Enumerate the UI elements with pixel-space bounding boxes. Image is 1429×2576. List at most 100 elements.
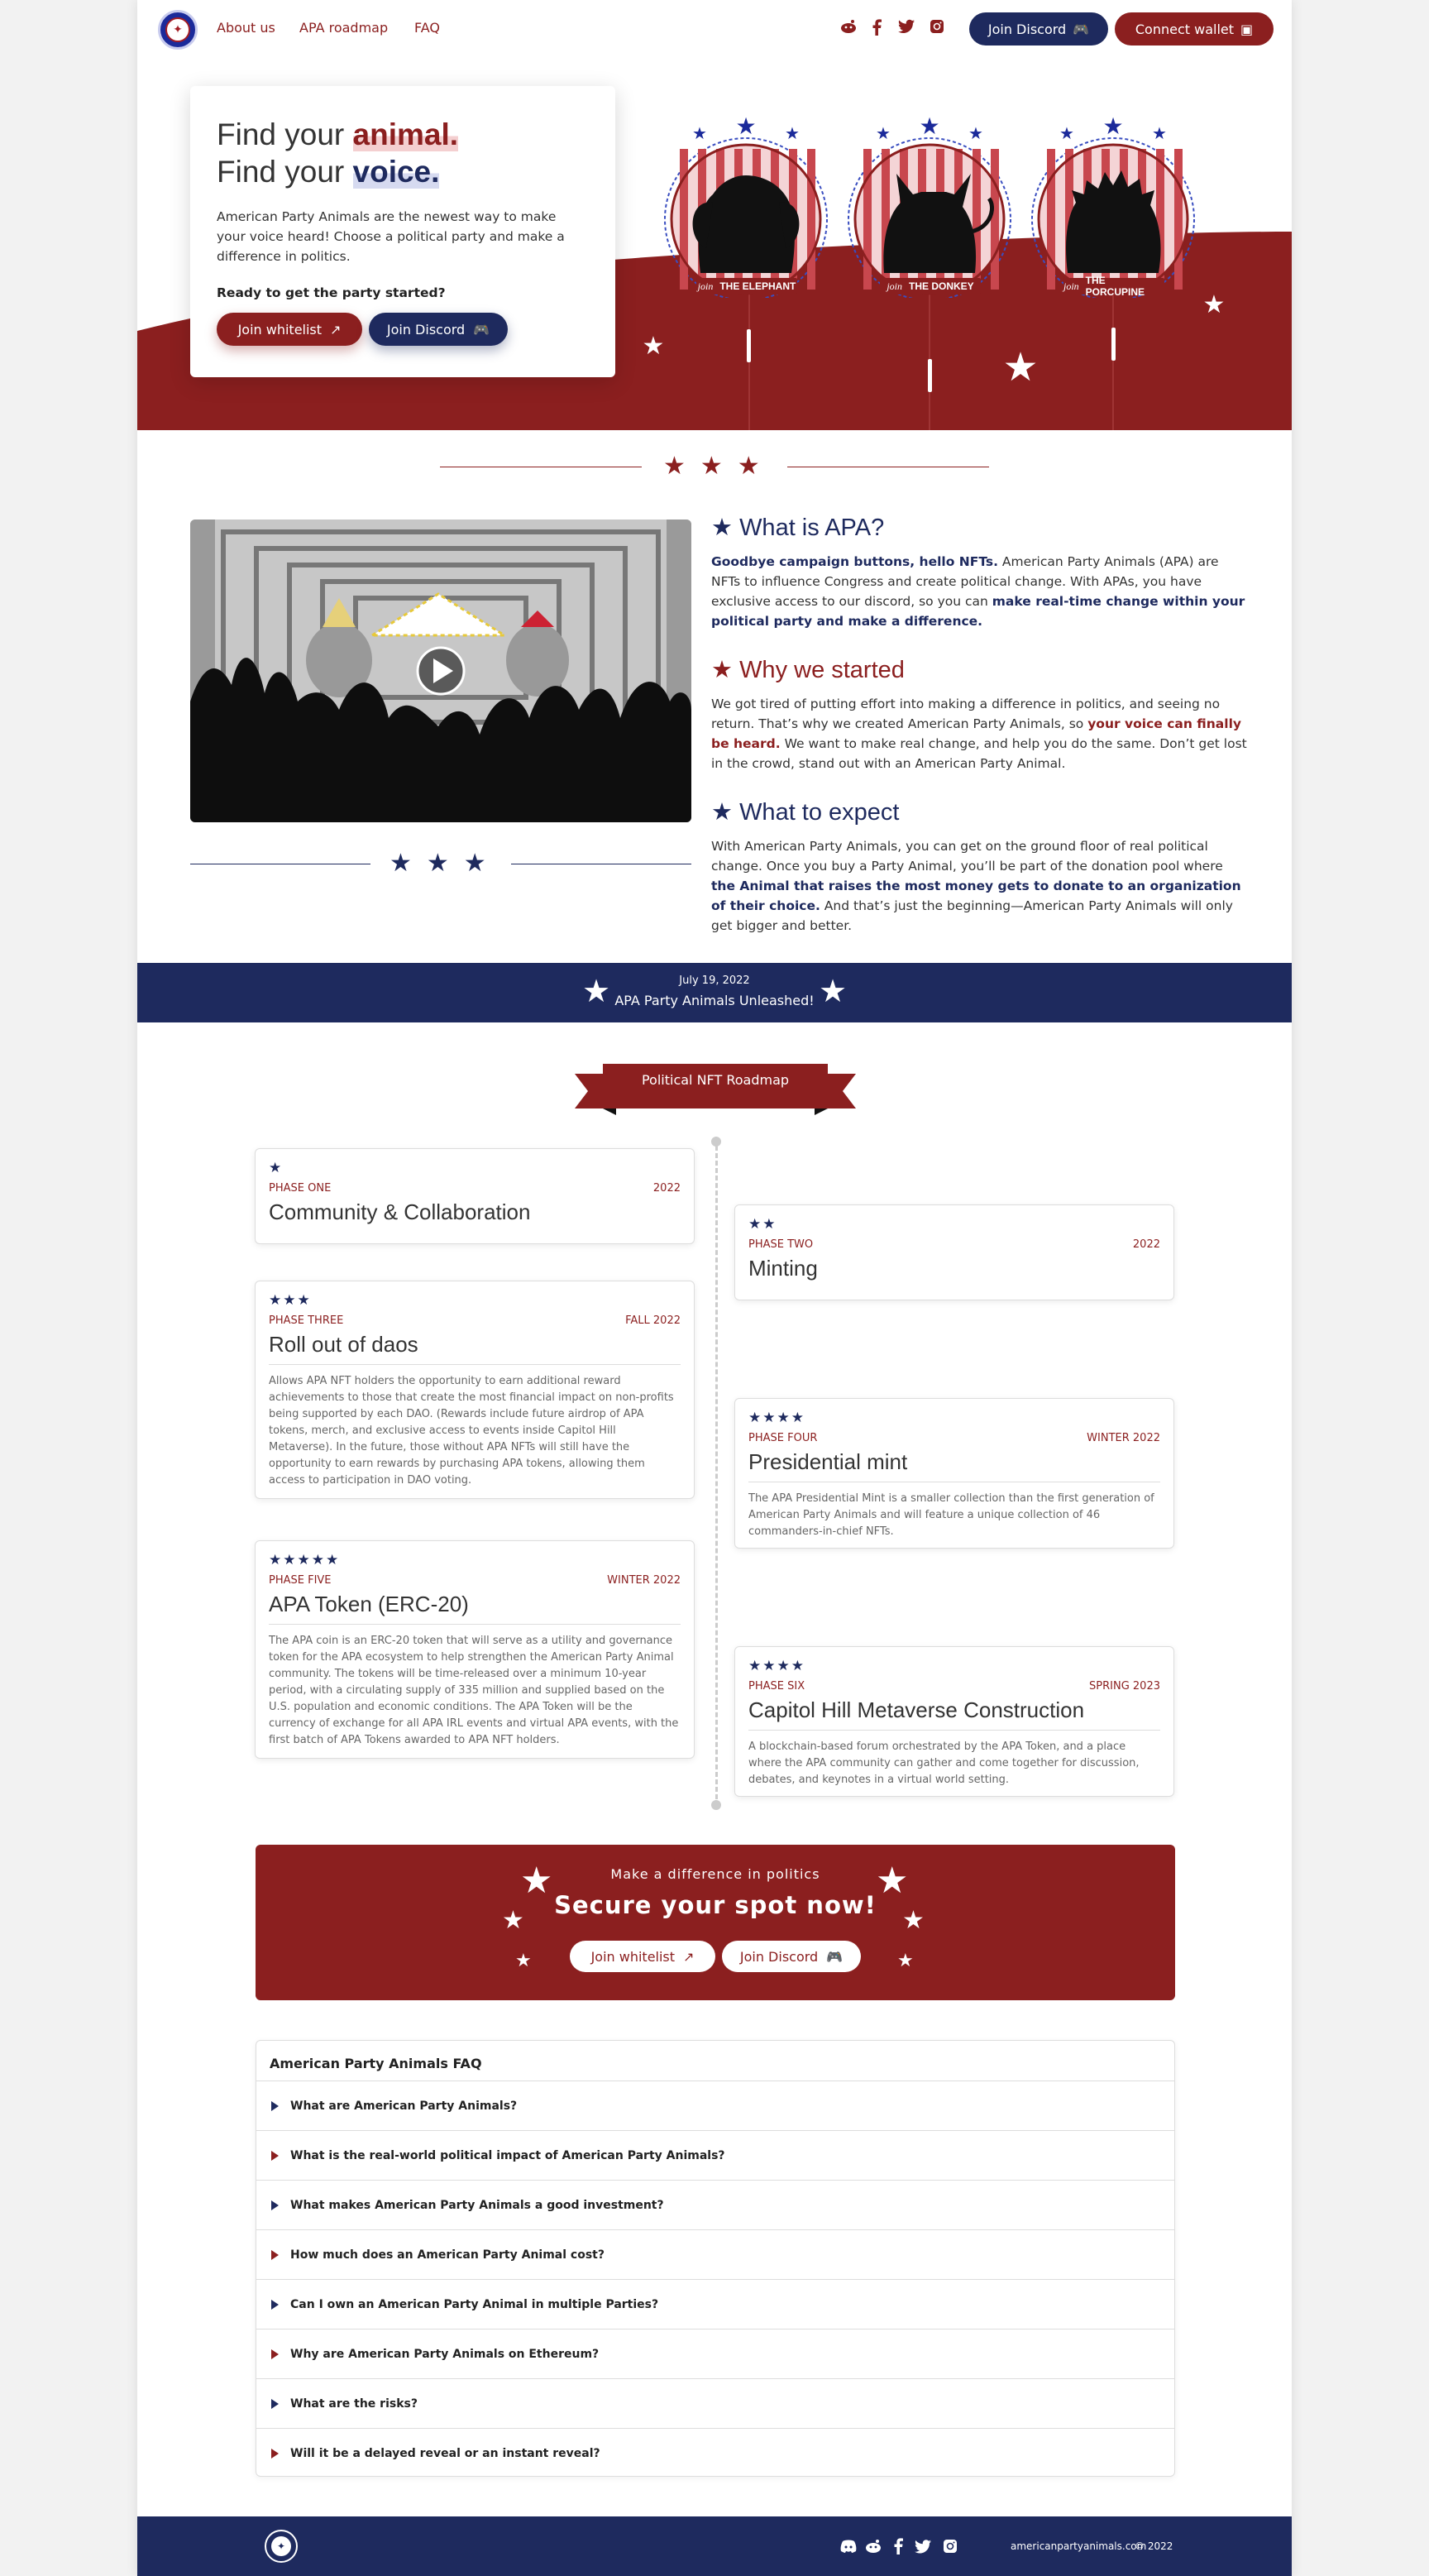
bold-text: Goodbye campaign buttons, hello NFTs.	[711, 554, 998, 569]
phase-title: Roll out of daos	[269, 1332, 418, 1357]
discord-icon: 🎮	[473, 321, 490, 338]
elephant-badge[interactable]: ★ ★ ★	[655, 116, 837, 298]
cta-join-whitelist-button[interactable]: Join whitelist ↗	[570, 1941, 715, 1972]
badge-name: THE DONKEY	[908, 280, 974, 292]
reddit-icon[interactable]	[840, 19, 857, 34]
phase-stars: ★	[269, 1160, 284, 1176]
caret-right-icon	[271, 2249, 279, 2260]
facebook-icon[interactable]	[893, 2538, 903, 2554]
star-icon: ★	[897, 1951, 914, 1971]
svg-text:★: ★	[735, 116, 756, 140]
button-label: Join Discord	[739, 1948, 819, 1965]
roadmap-phase-one: ★ PHASE ONE 2022 Community & Collaboratio…	[255, 1148, 695, 1244]
svg-text:★: ★	[785, 123, 800, 143]
faq-item[interactable]: Why are American Party Animals on Ethere…	[256, 2329, 1174, 2378]
caret-right-icon	[271, 2150, 279, 2161]
caret-right-icon	[271, 2200, 279, 2210]
phase-title: APA Token (ERC-20)	[269, 1592, 469, 1616]
roadmap-phase-six: ★★★★ PHASE SIX SPRING 2023 Capitol Hill M…	[734, 1646, 1174, 1797]
cta-join-discord-button[interactable]: Join Discord 🎮	[722, 1941, 861, 1972]
star-icon: ★	[711, 515, 740, 541]
about-divider-stars: ★★★	[390, 849, 501, 878]
why-we-started-heading: ★ Why we started	[711, 655, 1249, 684]
porcupine-badge-label[interactable]: join THE PORCUPINE	[1063, 275, 1164, 298]
launch-banner: ★ July 19, 2022 APA Party Animals Unleas…	[137, 963, 1292, 1022]
why-we-started-section: ★ Why we started We got tired of putting…	[711, 655, 1249, 773]
site-logo[interactable]: ✦	[158, 10, 198, 50]
footer: ✦ americanpartyanimals.com © 2022	[137, 2516, 1292, 2576]
instagram-icon[interactable]	[930, 19, 944, 34]
connect-wallet-button[interactable]: Connect wallet ▣	[1115, 12, 1274, 45]
wallet-icon: ▣	[1240, 21, 1254, 37]
svg-text:★: ★	[876, 123, 891, 143]
hero-join-whitelist-button[interactable]: Join whitelist ↗	[217, 313, 362, 346]
svg-text:★: ★	[919, 116, 939, 140]
phase-stars: ★★★	[269, 1292, 312, 1309]
elephant-badge-label[interactable]: join THE ELEPHANT	[696, 278, 797, 294]
nav-apa-roadmap[interactable]: APA roadmap	[299, 20, 388, 36]
faq-question: How much does an American Party Animal c…	[290, 2248, 605, 2262]
nav-about-us[interactable]: About us	[217, 20, 275, 36]
footer-domain[interactable]: americanpartyanimals.com	[1011, 2540, 1146, 2552]
phase-stars: ★★	[748, 1216, 777, 1233]
twitter-icon[interactable]	[915, 2540, 931, 2554]
hero-title-highlight-voice: voice.	[352, 155, 440, 189]
hero-title-text: Find your	[217, 155, 353, 189]
svg-text:★: ★	[1059, 123, 1074, 143]
faq-question: What are the risks?	[290, 2396, 418, 2411]
phase-description: Allows APA NFT holders the opportunity t…	[269, 1364, 681, 1489]
button-label: Join Discord	[987, 21, 1067, 37]
faq-item[interactable]: Will it be a delayed reveal or an instan…	[256, 2428, 1174, 2478]
reddit-icon[interactable]	[865, 2539, 882, 2554]
facebook-icon[interactable]	[872, 19, 882, 36]
hero-title-highlight-animal: animal.	[352, 117, 459, 151]
caret-right-icon	[271, 2398, 279, 2409]
body-text: We want to make real change, and help yo…	[711, 736, 1247, 771]
faq-question: What is the real-world political impact …	[290, 2148, 725, 2162]
faq-item[interactable]: Can I own an American Party Animal in mu…	[256, 2279, 1174, 2329]
phase-description: The APA coin is an ERC-20 token that wil…	[269, 1624, 681, 1749]
phase-label: PHASE SIX	[748, 1680, 805, 1693]
button-label: Join whitelist	[590, 1948, 676, 1965]
hero-card: Find your animal. Find your voice. Ameri…	[190, 86, 615, 377]
instagram-icon[interactable]	[943, 2539, 958, 2554]
cta-title: Secure your spot now!	[554, 1891, 877, 1919]
donkey-badge[interactable]: ★ ★ ★	[839, 116, 1020, 298]
phase-title: Minting	[748, 1256, 818, 1281]
what-to-expect-section: ★ What to expect With American Party Ani…	[711, 797, 1249, 936]
faq-item[interactable]: What are American Party Animals?	[256, 2080, 1174, 2130]
hero-title-text: Find your	[217, 117, 353, 151]
svg-text:★: ★	[1002, 344, 1038, 390]
nav-faq[interactable]: FAQ	[414, 20, 440, 36]
phase-title: Capitol Hill Metaverse Construction	[748, 1697, 1085, 1722]
phase-date: 2022	[1132, 1238, 1160, 1251]
hero-join-discord-button[interactable]: Join Discord 🎮	[369, 313, 508, 346]
faq-item[interactable]: How much does an American Party Animal c…	[256, 2229, 1174, 2279]
cta-section: ★ ★ ★ ★ ★ ★ Make a difference in politic…	[256, 1845, 1175, 2000]
porcupine-badge[interactable]: ★ ★ ★	[1022, 116, 1204, 298]
roadmap-phase-two: ★★ PHASE TWO 2022 Minting	[734, 1204, 1174, 1300]
twitter-icon[interactable]	[898, 19, 915, 34]
footer-logo[interactable]: ✦	[265, 2530, 298, 2563]
phase-stars: ★★★★	[748, 1410, 805, 1426]
hero-description: American Party Animals are the newest wa…	[217, 209, 565, 264]
donkey-badge-label[interactable]: join THE DONKEY	[880, 278, 981, 294]
faq-item[interactable]: What makes American Party Animals a good…	[256, 2180, 1174, 2229]
phase-title: Presidential mint	[748, 1449, 908, 1474]
faq-item[interactable]: What is the real-world political impact …	[256, 2130, 1174, 2180]
what-to-expect-heading: ★ What to expect	[711, 797, 1249, 826]
star-icon: ★	[819, 973, 848, 1009]
video-thumbnail	[190, 520, 691, 822]
discord-icon[interactable]	[840, 2540, 857, 2553]
heading-text: Why we started	[739, 657, 905, 683]
what-is-apa-section: ★ What is APA? Goodbye campaign buttons,…	[711, 513, 1249, 631]
arrow-up-right-icon: ↗	[330, 321, 342, 338]
badge-join-text: join	[697, 280, 714, 292]
faq-item[interactable]: What are the risks?	[256, 2378, 1174, 2428]
svg-text:★: ★	[692, 123, 707, 143]
header-join-discord-button[interactable]: Join Discord 🎮	[969, 12, 1108, 45]
phase-label: PHASE ONE	[269, 1182, 332, 1195]
about-video[interactable]	[190, 520, 691, 822]
faq-question: Will it be a delayed reveal or an instan…	[290, 2446, 600, 2460]
caret-right-icon	[271, 2349, 279, 2359]
